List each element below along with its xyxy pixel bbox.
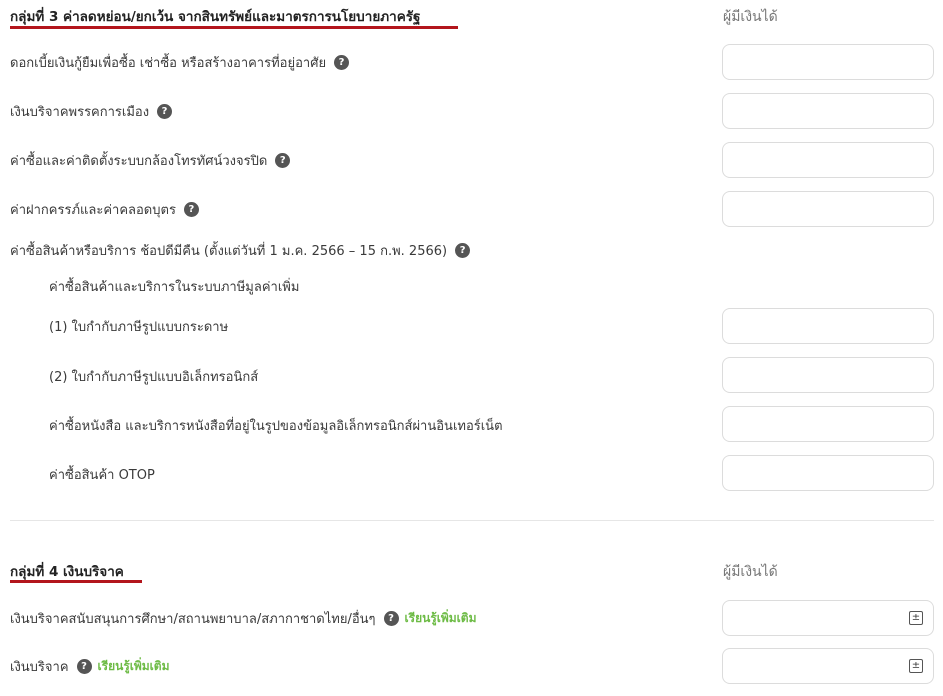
help-icon[interactable]: ? (383, 610, 399, 626)
row-label: ค่าฝากครรภ์และค่าคลอดบุตร (10, 202, 176, 218)
otop-purchase-input[interactable] (722, 455, 934, 491)
row-label: ค่าซื้อสินค้าหรือบริการ ช้อปดีมีคืน (ตั้… (10, 243, 448, 259)
education-donation-field[interactable]: ± (722, 600, 934, 636)
row-housing-loan-interest: ดอกเบี้ยเงินกู้ยืมเพื่อซื้อ เช่าซื้อ หรื… (10, 52, 350, 72)
political-party-donation-input[interactable] (722, 93, 934, 129)
ebook-purchase-input[interactable] (722, 406, 934, 442)
row-education-donation: เงินบริจาคสนับสนุนการศึกษา/สถานพยาบาล/สภ… (10, 608, 476, 628)
housing-loan-interest-input[interactable] (722, 44, 934, 80)
calculator-icon[interactable]: ± (909, 659, 923, 673)
e-tax-invoice-input[interactable] (722, 357, 934, 393)
row-e-tax-invoice: (2) ใบกำกับภาษีรูปแบบอิเล็กทรอนิกส์ (49, 366, 258, 386)
row-label: ค่าซื้อและค่าติดตั้งระบบกล้องโทรทัศน์วงจ… (10, 153, 268, 169)
row-ebook-purchase: ค่าซื้อหนังสือ และบริการหนังสือที่อยู่ใน… (49, 415, 503, 435)
help-icon[interactable]: ? (183, 201, 199, 217)
row-label: ค่าซื้อหนังสือ และบริการหนังสือที่อยู่ใน… (49, 418, 503, 434)
row-label: ค่าซื้อสินค้าและบริการในระบบภาษีมูลค่าเพ… (49, 279, 300, 295)
calculator-icon[interactable]: ± (909, 611, 923, 625)
help-icon[interactable]: ? (157, 103, 173, 119)
general-donation-field[interactable]: ± (722, 648, 934, 684)
group4-title-underline (10, 580, 142, 583)
row-label: ค่าซื้อสินค้า OTOP (49, 467, 155, 483)
row-shop-dee-mee-kuen: ค่าซื้อสินค้าหรือบริการ ช้อปดีมีคืน (ตั้… (10, 240, 471, 260)
help-icon[interactable]: ? (334, 54, 350, 70)
row-label: เงินบริจาค (10, 659, 69, 675)
row-general-donation: เงินบริจาค ? เรียนรู้เพิ่มเติม (10, 656, 169, 676)
group3-title: กลุ่มที่ 3 ค่าลดหย่อน/ยกเว้น จากสินทรัพย… (10, 9, 421, 25)
group3-title-underline (10, 26, 458, 29)
row-label: เงินบริจาคสนับสนุนการศึกษา/สถานพยาบาล/สภ… (10, 611, 376, 627)
row-prenatal-childbirth: ค่าฝากครรภ์และค่าคลอดบุตร ? (10, 199, 199, 219)
row-paper-tax-invoice: (1) ใบกำกับภาษีรูปแบบกระดาษ (49, 316, 228, 336)
cctv-cost-input[interactable] (722, 142, 934, 178)
learn-more-link[interactable]: เรียนรู้เพิ่มเติม (405, 609, 477, 628)
help-icon[interactable]: ? (76, 658, 92, 674)
row-vat-goods-services: ค่าซื้อสินค้าและบริการในระบบภาษีมูลค่าเพ… (49, 276, 299, 296)
paper-tax-invoice-input[interactable] (722, 308, 934, 344)
learn-more-link[interactable]: เรียนรู้เพิ่มเติม (98, 657, 170, 676)
row-cctv-cost: ค่าซื้อและค่าติดตั้งระบบกล้องโทรทัศน์วงจ… (10, 150, 291, 170)
row-label: ดอกเบี้ยเงินกู้ยืมเพื่อซื้อ เช่าซื้อ หรื… (10, 55, 327, 71)
row-label: (1) ใบกำกับภาษีรูปแบบกระดาษ (49, 319, 229, 335)
help-icon[interactable]: ? (275, 152, 291, 168)
group4-column-header: ผู้มีเงินได้ (723, 564, 778, 580)
row-otop-purchase: ค่าซื้อสินค้า OTOP (49, 464, 155, 484)
help-icon[interactable]: ? (455, 242, 471, 258)
row-label: (2) ใบกำกับภาษีรูปแบบอิเล็กทรอนิกส์ (49, 369, 259, 385)
group4-title: กลุ่มที่ 4 เงินบริจาค (10, 564, 124, 580)
section-divider (10, 520, 934, 521)
row-label: เงินบริจาคพรรคการเมือง (10, 104, 150, 120)
group3-column-header: ผู้มีเงินได้ (723, 9, 778, 25)
row-political-party-donation: เงินบริจาคพรรคการเมือง ? (10, 101, 173, 121)
prenatal-childbirth-input[interactable] (722, 191, 934, 227)
